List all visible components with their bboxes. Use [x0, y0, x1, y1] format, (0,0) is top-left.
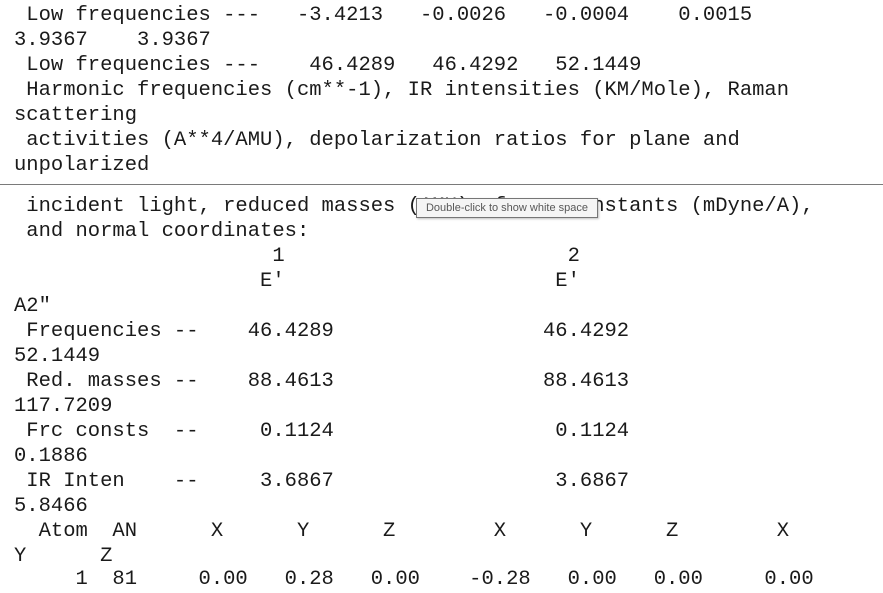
text-line-frequencies-wrap: 52.1449 [14, 345, 101, 368]
text-line-low-frequencies-1: Low frequencies --- -3.4213 -0.0026 -0.0… [14, 4, 753, 27]
text-line-ir-intensities-wrap: 5.8466 [14, 495, 88, 518]
text-line-force-constants: Frc consts -- 0.1124 0.1124 [14, 420, 630, 443]
text-line-ir-intensities: IR Inten -- 3.6867 3.6867 [14, 470, 630, 493]
text-line-normal-coordinates: and normal coordinates: [14, 220, 310, 243]
text-line-atom-1: 1 81 0.00 0.28 0.00 -0.28 0.00 0.00 0.00 [14, 568, 814, 591]
document-page: { "document": { "page1_lines": [ " Low f… [0, 0, 883, 593]
text-line-atom-header-wrap: Y Z [14, 545, 113, 568]
text-line-reduced-masses: Red. masses -- 88.4613 88.4613 [14, 370, 630, 393]
text-line-low-frequencies-1-wrap: 3.9367 3.9367 [14, 29, 211, 52]
text-line-atom-header: Atom AN X Y Z X Y Z X [14, 520, 790, 543]
white-space-tooltip: Double-click to show white space [416, 198, 598, 218]
text-line-mode-symmetries: E' E' [14, 270, 580, 293]
text-line-reduced-masses-wrap: 117.7209 [14, 395, 113, 418]
text-line-mode-symmetry-wrap: A2" [14, 295, 51, 318]
text-line-incident-light: incident light, reduced masses (AMU), fo… [14, 195, 814, 218]
text-line-harmonic-header-wrap: scattering [14, 104, 138, 127]
text-line-activities-header: activities (A**4/AMU), depolarization ra… [14, 129, 740, 152]
text-line-force-constants-wrap: 0.1886 [14, 445, 88, 468]
text-line-low-frequencies-2: Low frequencies --- 46.4289 46.4292 52.1… [14, 54, 642, 77]
text-line-mode-numbers: 1 2 [14, 245, 580, 268]
page-break-divider[interactable] [0, 184, 883, 185]
text-line-activities-header-wrap: unpolarized [14, 154, 150, 177]
text-line-frequencies: Frequencies -- 46.4289 46.4292 [14, 320, 630, 343]
text-line-harmonic-header: Harmonic frequencies (cm**-1), IR intens… [14, 79, 790, 102]
